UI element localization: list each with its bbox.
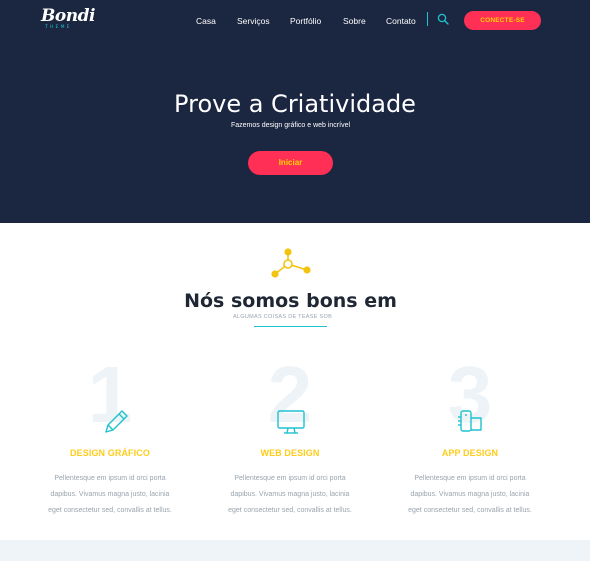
mobile-app-icon bbox=[458, 410, 482, 432]
start-button[interactable]: Iniciar bbox=[248, 151, 333, 175]
feature-description: Pellentesque em ipsum id orci porta dapi… bbox=[30, 471, 190, 519]
nav-item-casa[interactable]: Casa bbox=[196, 15, 216, 27]
pencil-icon bbox=[105, 410, 128, 433]
feature-graphic-design: 1 DESIGN GRÁFICO Pellentesque em ipsum i… bbox=[30, 355, 190, 520]
feature-description-line: eget consectetur sed, convallis at tellu… bbox=[408, 507, 532, 514]
feature-title: APP DESIGN bbox=[441, 448, 499, 458]
feature-description-line: dapibus. Vivamus magna justo, lacinia bbox=[230, 491, 350, 498]
search-icon[interactable] bbox=[437, 13, 449, 25]
feature-description-line: eget consectetur sed, convallis at tellu… bbox=[228, 507, 352, 514]
hero-banner: Bondi THEME Casa Serviços Portfólio Sobr… bbox=[0, 0, 590, 223]
monitor-icon bbox=[277, 410, 305, 434]
next-section-band bbox=[0, 540, 590, 561]
section-underline bbox=[254, 326, 327, 327]
feature-description-line: dapibus. Vivamus magna justo, lacinia bbox=[50, 491, 170, 498]
section-title: Nós somos bons em bbox=[184, 290, 397, 312]
nav-item-sobre[interactable]: Sobre bbox=[343, 15, 366, 27]
feature-title: WEB DESIGN bbox=[260, 448, 320, 458]
nav-item-contato[interactable]: Contato bbox=[386, 15, 416, 27]
feature-description: Pellentesque em ipsum id orci porta dapi… bbox=[210, 471, 370, 519]
feature-app-design: 3 APP DESIGN Pellentesque em ipsum id or… bbox=[390, 355, 550, 520]
feature-title: DESIGN GRÁFICO bbox=[70, 448, 150, 458]
connect-button[interactable]: CONECTE-SE bbox=[464, 11, 541, 30]
nav-item-portfolio[interactable]: Portfólio bbox=[290, 15, 321, 27]
feature-description-line: eget consectetur sed, convallis at tellu… bbox=[48, 507, 172, 514]
feature-web-design: 2 WEB DESIGN Pellentesque em ipsum id or… bbox=[210, 355, 370, 520]
hero-subtitle: Fazemos design gráfico e web incrível bbox=[230, 122, 351, 129]
nav-divider bbox=[427, 12, 428, 26]
share-nodes-icon bbox=[271, 248, 311, 278]
hero-title: Prove a Criatividade bbox=[174, 90, 416, 118]
feature-description-line: Pellentesque em ipsum id orci porta bbox=[54, 475, 166, 482]
feature-description: Pellentesque em ipsum id orci porta dapi… bbox=[390, 471, 550, 519]
feature-description-line: dapibus. Vivamus magna justo, lacinia bbox=[410, 491, 530, 498]
feature-description-line: Pellentesque em ipsum id orci porta bbox=[414, 475, 526, 482]
section-subtitle: ALGUMAS COISAS DE TEASE SOB bbox=[232, 314, 333, 320]
feature-description-line: Pellentesque em ipsum id orci porta bbox=[234, 475, 346, 482]
nav-item-servicos[interactable]: Serviços bbox=[237, 15, 270, 27]
